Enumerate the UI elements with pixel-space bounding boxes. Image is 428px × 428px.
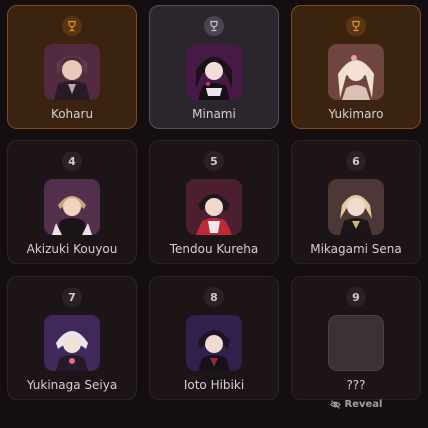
character-avatar (186, 179, 242, 235)
character-avatar (328, 44, 384, 100)
rank-card-8[interactable]: 8 Ioto Hibiki (149, 276, 279, 400)
trophy-silver-icon (210, 20, 218, 32)
rank-badge-5: 5 (204, 151, 224, 171)
rank-badge-7: 7 (62, 287, 82, 307)
character-name: Akizuki Kouyou (26, 242, 118, 256)
trophy-bronze-icon (352, 20, 360, 32)
rank-card-4[interactable]: 4 Akizuki Kouyou (7, 140, 137, 264)
rank-badge-1 (62, 16, 82, 36)
rank-badge-9: 9 (346, 287, 366, 307)
character-name: Ioto Hibiki (183, 378, 245, 392)
character-name: Minami (192, 107, 236, 121)
character-avatar (44, 44, 100, 100)
reveal-label: Reveal (344, 399, 383, 410)
character-name: Mikagami Sena (310, 242, 402, 256)
rank-card-9[interactable]: 9 ??? (291, 276, 421, 400)
character-avatar (186, 44, 242, 100)
character-name: Yukimaro (328, 107, 384, 121)
character-name: Koharu (50, 107, 94, 121)
trophy-gold-icon (68, 20, 76, 32)
character-avatar (186, 315, 242, 371)
character-avatar (44, 315, 100, 371)
character-name: Yukinaga Seiya (26, 378, 118, 392)
character-avatar (44, 179, 100, 235)
character-name: Tendou Kureha (169, 242, 259, 256)
rank-badge-3 (346, 16, 366, 36)
rank-badge-2 (204, 16, 224, 36)
rank-card-3[interactable]: Yukimaro (291, 5, 421, 129)
rank-card-1[interactable]: Koharu (7, 5, 137, 129)
reveal-button[interactable]: Reveal (291, 399, 421, 410)
rank-badge-6: 6 (346, 151, 366, 171)
rank-badge-4: 4 (62, 151, 82, 171)
rank-badge-8: 8 (204, 287, 224, 307)
eye-off-icon (329, 400, 341, 409)
rank-card-7[interactable]: 7 Yukinaga Seiya (7, 276, 137, 400)
ranking-grid: Koharu Minami Yukimaro 4 Akizuki Kouyou … (0, 0, 428, 428)
rank-card-2[interactable]: Minami (149, 5, 279, 129)
rank-card-6[interactable]: 6 Mikagami Sena (291, 140, 421, 264)
hidden-avatar-placeholder (328, 315, 384, 371)
rank-card-5[interactable]: 5 Tendou Kureha (149, 140, 279, 264)
character-name: ??? (346, 378, 366, 392)
character-avatar (328, 179, 384, 235)
